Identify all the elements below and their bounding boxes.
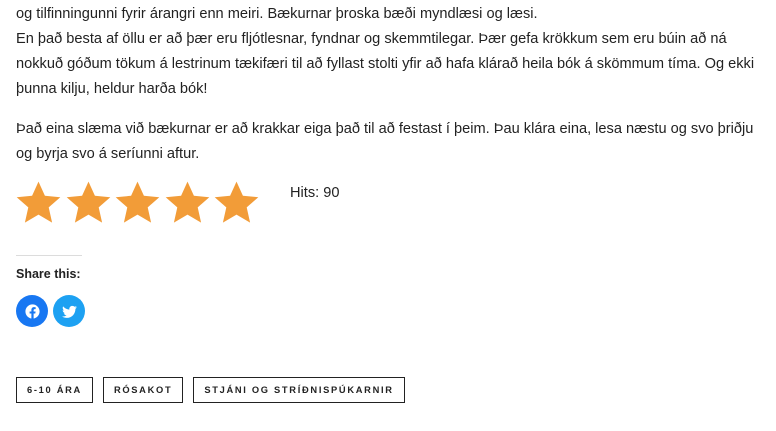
share-title: Share this: xyxy=(16,267,81,281)
hits-counter: Hits: 90 xyxy=(290,185,340,201)
facebook-icon xyxy=(24,303,40,318)
share-facebook-button[interactable] xyxy=(16,295,48,327)
tag-list: 6-10 ÁRA RÓSAKOT STJÁNI OG STRÍÐNISPÚKAR… xyxy=(16,377,405,403)
star-icon[interactable] xyxy=(113,179,163,227)
star-icon[interactable] xyxy=(163,179,213,227)
article-body: og tilfinningunni fyrir árangri enn meir… xyxy=(16,2,761,167)
star-icon[interactable] xyxy=(14,179,64,227)
paragraph-downside: Það eina slæma við bækurnar er að krakka… xyxy=(16,121,754,162)
tag-rosakot[interactable]: RÓSAKOT xyxy=(102,377,184,403)
star-rating xyxy=(14,179,262,227)
star-icon[interactable] xyxy=(64,179,114,227)
tag-6-10-ara[interactable]: 6-10 ÁRA xyxy=(16,377,93,403)
paragraph-best: En það besta af öllu er að þær eru fljót… xyxy=(16,31,755,97)
tag-stjani-og-stridnispukarnir[interactable]: STJÁNI OG STRÍÐNISPÚKARNIR xyxy=(193,377,405,403)
share-divider xyxy=(16,255,82,256)
paragraph-intro: og tilfinningunni fyrir árangri enn meir… xyxy=(16,6,538,22)
share-twitter-button[interactable] xyxy=(53,295,85,327)
twitter-icon xyxy=(61,305,77,318)
star-icon[interactable] xyxy=(212,179,262,227)
